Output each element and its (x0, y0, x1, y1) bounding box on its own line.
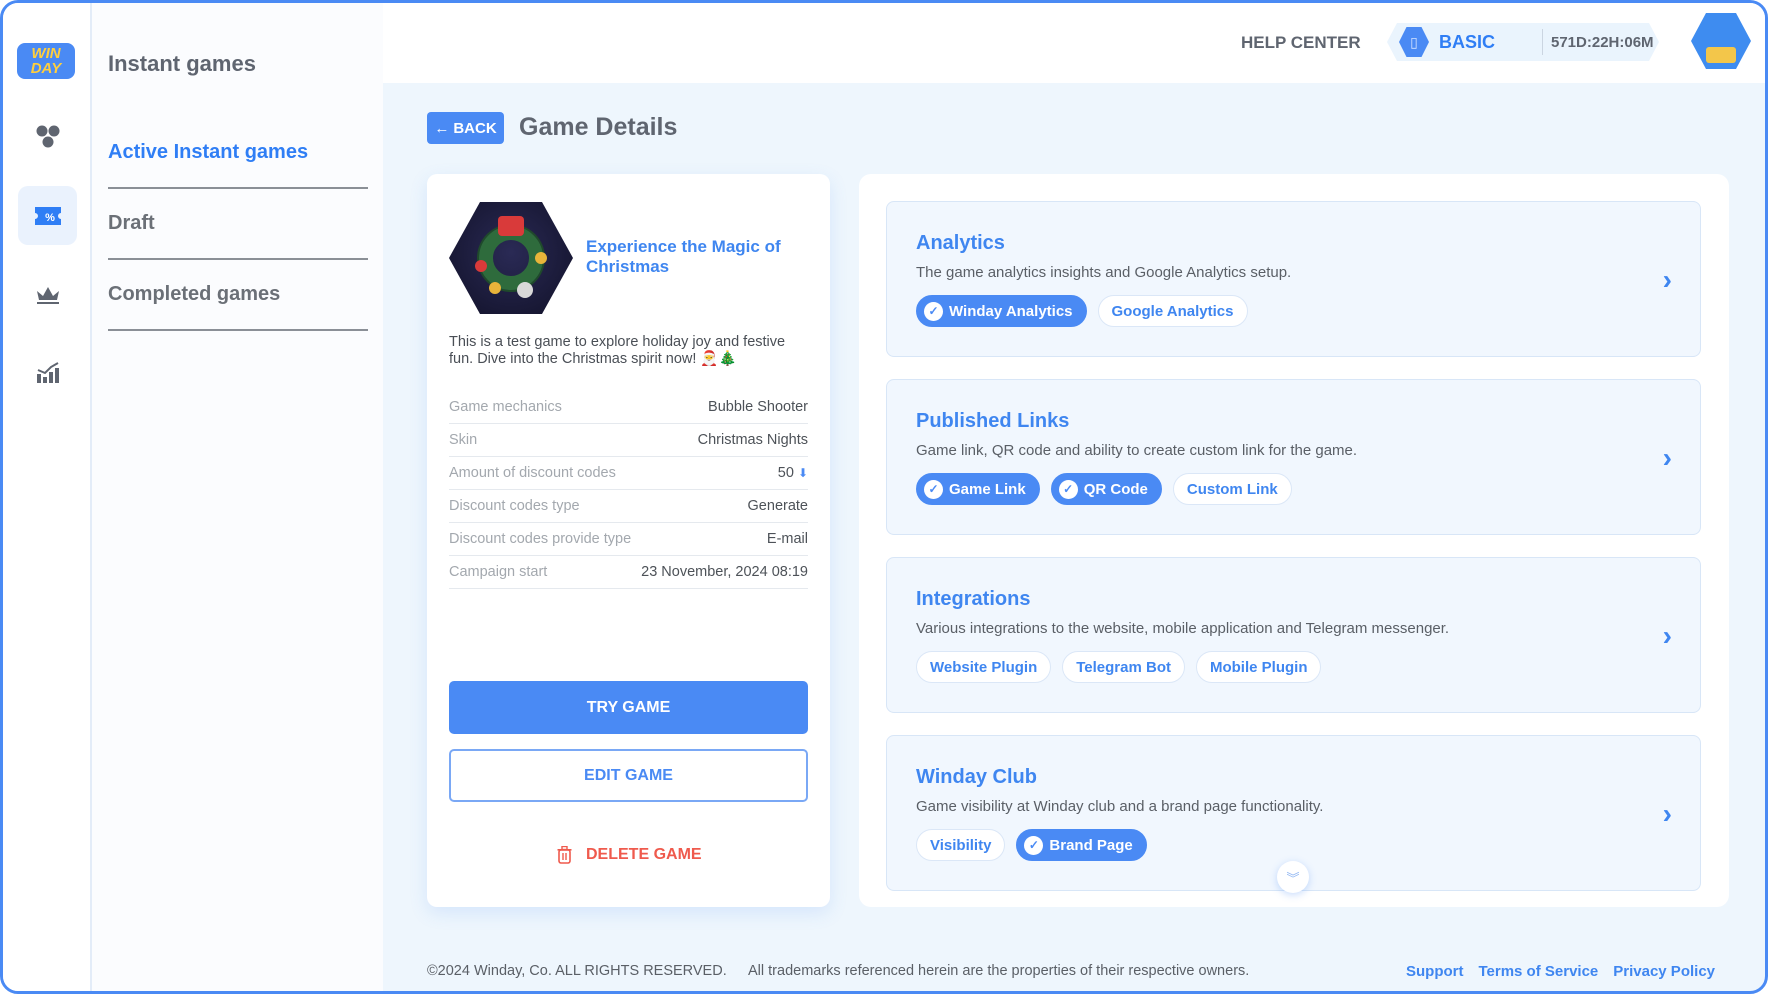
detail-value: E-mail (766, 531, 808, 547)
chip-qr-code[interactable]: ✓ QR Code (1050, 473, 1162, 505)
detail-value: 50 (777, 465, 794, 481)
back-label: BACK (453, 119, 497, 137)
detail-row: Skin Christmas Nights (449, 424, 808, 457)
footer-links: Support Terms of Service Privacy Policy (1406, 963, 1715, 980)
section-title: Integrations (916, 588, 1031, 610)
section-published-links[interactable]: Published Links Game link, QR code and a… (886, 379, 1701, 535)
check-circle-icon: ✓ (1058, 479, 1078, 499)
section-description: Game link, QR code and ability to create… (916, 442, 1358, 459)
check-circle-icon: ✓ (924, 479, 943, 499)
section-analytics[interactable]: Analytics The game analytics insights an… (886, 201, 1701, 357)
detail-value: Bubble Shooter (708, 399, 808, 415)
scroll-down-chevrons-icon[interactable]: ︾ (1277, 861, 1309, 893)
game-card: Experience the Magic of Christmas This i… (427, 174, 830, 907)
chip-google-analytics[interactable]: Google Analytics (1097, 295, 1248, 327)
rail-analytics-chart-icon[interactable] (18, 342, 77, 401)
detail-key: Skin (449, 432, 478, 448)
subnav-title: Instant games (108, 51, 256, 76)
check-circle-icon: ✓ (924, 301, 943, 321)
game-name: Experience the Magic of Christmas (586, 237, 781, 276)
try-game-button[interactable]: TRY GAME (449, 681, 808, 734)
footer-copyright: ©2024 Winday, Co. ALL RIGHTS RESERVED. (427, 963, 727, 979)
rail-crown-icon[interactable] (18, 264, 77, 323)
subnav-item-draft[interactable]: Draft (108, 189, 368, 260)
chip-game-link[interactable]: ✓ Game Link (916, 473, 1040, 505)
top-bar: HELP CENTER ▯ BASIC 571D:22H:06M (383, 3, 1765, 83)
detail-key: Discount codes type (449, 498, 580, 514)
section-integrations[interactable]: Integrations Various integrations to the… (886, 557, 1701, 713)
icon-rail: WIN DAY % (3, 3, 92, 991)
support-link[interactable]: Support (1406, 963, 1464, 980)
game-thumbnail-wreath (449, 202, 573, 314)
section-description: Game visibility at Winday club and a bra… (916, 798, 1324, 815)
chip-mobile-plugin[interactable]: Mobile Plugin (1195, 651, 1322, 683)
plan-badge[interactable]: ▯ BASIC 571D:22H:06M (1387, 23, 1659, 61)
detail-key: Campaign start (449, 564, 548, 580)
game-details-list: Game mechanics Bubble Shooter Skin Christm… (449, 391, 808, 589)
rail-games-hex-icon[interactable] (18, 107, 77, 166)
section-title: Published Links (916, 410, 1070, 432)
detail-row: Discount codes provide type E-mail (449, 523, 808, 556)
plan-divider (1542, 29, 1543, 55)
edit-game-button[interactable]: EDIT GAME (449, 749, 808, 802)
chip-custom-link[interactable]: Custom Link (1172, 473, 1292, 505)
chevron-right-icon[interactable]: › (1663, 264, 1672, 296)
help-center-link[interactable]: HELP CENTER (1241, 33, 1361, 53)
chip-website-plugin[interactable]: Website Plugin (916, 651, 1052, 683)
plan-timer: 571D:22H:06M (1551, 34, 1654, 51)
plan-ticket-icon: ▯ (1399, 27, 1429, 57)
detail-row: Amount of discount codes 50 ⬇ (449, 457, 808, 490)
app-window: WIN DAY % Instant games Active Instant g… (0, 0, 1768, 994)
user-avatar[interactable] (1691, 13, 1751, 69)
section-description: The game analytics insights and Google A… (916, 264, 1292, 281)
detail-row: Game mechanics Bubble Shooter (449, 391, 808, 424)
chevron-right-icon[interactable]: › (1663, 620, 1672, 652)
chip-brand-page[interactable]: ✓ Brand Page (1016, 829, 1147, 861)
chip-telegram-bot[interactable]: Telegram Bot (1062, 651, 1185, 683)
back-button[interactable]: ← BACK (427, 112, 504, 144)
chip-visibility[interactable]: Visibility (916, 829, 1006, 861)
chip-winday-analytics[interactable]: ✓ Winday Analytics (916, 295, 1087, 327)
detail-value: 23 November, 2024 08:19 (641, 564, 808, 580)
subnav-item-completed[interactable]: Completed games (108, 260, 368, 331)
detail-key: Game mechanics (449, 399, 562, 415)
svg-text:%: % (45, 212, 55, 224)
footer-trademark: All trademarks referenced herein are the… (748, 963, 1250, 979)
privacy-link[interactable]: Privacy Policy (1613, 963, 1715, 980)
rail-discount-ticket-icon[interactable]: % (18, 186, 77, 245)
chevron-right-icon[interactable]: › (1663, 798, 1672, 830)
chevron-right-icon[interactable]: › (1663, 442, 1672, 474)
detail-key: Discount codes provide type (449, 531, 632, 547)
winday-logo[interactable]: WIN DAY (17, 43, 75, 79)
check-circle-icon: ✓ (1024, 835, 1044, 855)
delete-game-button[interactable]: DELETE GAME (557, 846, 702, 864)
subnav-item-active[interactable]: Active Instant games (108, 118, 368, 189)
game-description: This is a test game to explore holiday j… (449, 334, 786, 367)
section-title: Winday Club (916, 766, 1037, 788)
detail-value: Christmas Nights (697, 432, 808, 448)
arrow-left-icon: ← (434, 119, 450, 137)
detail-row: Campaign start 23 November, 2024 08:19 (449, 556, 808, 589)
game-settings-panel: Analytics The game analytics insights an… (859, 174, 1729, 907)
download-codes-icon[interactable]: ⬇ (798, 466, 808, 480)
section-title: Analytics (916, 232, 1005, 254)
page-title: Game Details (519, 113, 678, 141)
delete-label: DELETE GAME (586, 846, 702, 863)
detail-row: Discount codes type Generate (449, 490, 808, 523)
plan-name: BASIC (1439, 32, 1496, 52)
section-description: Various integrations to the website, mob… (916, 620, 1450, 637)
detail-value: Generate (747, 498, 808, 514)
trash-icon (557, 846, 572, 864)
subnav: Instant games Active Instant games Draft… (92, 3, 383, 991)
terms-link[interactable]: Terms of Service (1478, 963, 1598, 980)
detail-key: Amount of discount codes (449, 465, 616, 481)
